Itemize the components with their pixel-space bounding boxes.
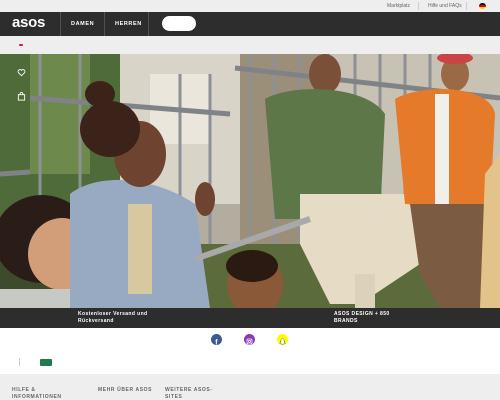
hero-caption-bar: Kostenloser Versand und Rückversand ASOS… — [0, 308, 500, 328]
site-header: asos DAMEN HERREN — [0, 12, 500, 36]
utility-bar: Marktplatz Hilfe und FAQs — [0, 0, 500, 12]
promo-band — [0, 36, 500, 54]
free-shipping-text[interactable]: Kostenloser Versand und Rückversand — [78, 311, 168, 325]
flag-germany-icon[interactable] — [479, 3, 486, 9]
footer-heading-help: HILFE & INFORMATIONEN — [12, 387, 62, 400]
payment-divider — [19, 358, 20, 366]
hero-image — [0, 54, 500, 308]
snapchat-icon[interactable] — [277, 334, 288, 345]
brands-text[interactable]: ASOS DESIGN + 850 BRANDS — [334, 311, 404, 325]
payment-logo-icon — [40, 359, 52, 366]
hero-banner[interactable] — [0, 54, 500, 308]
instagram-icon[interactable] — [244, 334, 255, 345]
tab-damen[interactable]: DAMEN — [71, 12, 94, 36]
nav-divider — [148, 12, 149, 36]
help-link[interactable]: Hilfe und FAQs — [428, 3, 462, 9]
footer-heading-about: MEHR ÜBER ASOS — [98, 387, 153, 393]
marketplace-link[interactable]: Marktplatz — [387, 3, 410, 9]
utility-divider — [418, 2, 419, 10]
svg-text:f: f — [215, 340, 218, 347]
tab-herren[interactable]: HERREN — [115, 12, 142, 36]
search-input[interactable] — [162, 16, 196, 31]
asos-homepage: Marktplatz Hilfe und FAQs asos DAMEN HER… — [0, 0, 500, 400]
accent-mark — [19, 44, 23, 46]
utility-divider — [466, 2, 467, 10]
shopping-bag-icon[interactable] — [17, 92, 26, 101]
asos-logo[interactable]: asos — [12, 15, 45, 31]
footer-heading-sites: WEITERE ASOS-SITES — [165, 387, 213, 400]
heart-icon[interactable] — [17, 68, 26, 77]
nav-divider — [60, 12, 61, 36]
site-footer: HILFE & INFORMATIONEN MEHR ÜBER ASOS WEI… — [0, 374, 500, 400]
facebook-icon[interactable]: f — [211, 334, 222, 347]
nav-divider — [104, 12, 105, 36]
